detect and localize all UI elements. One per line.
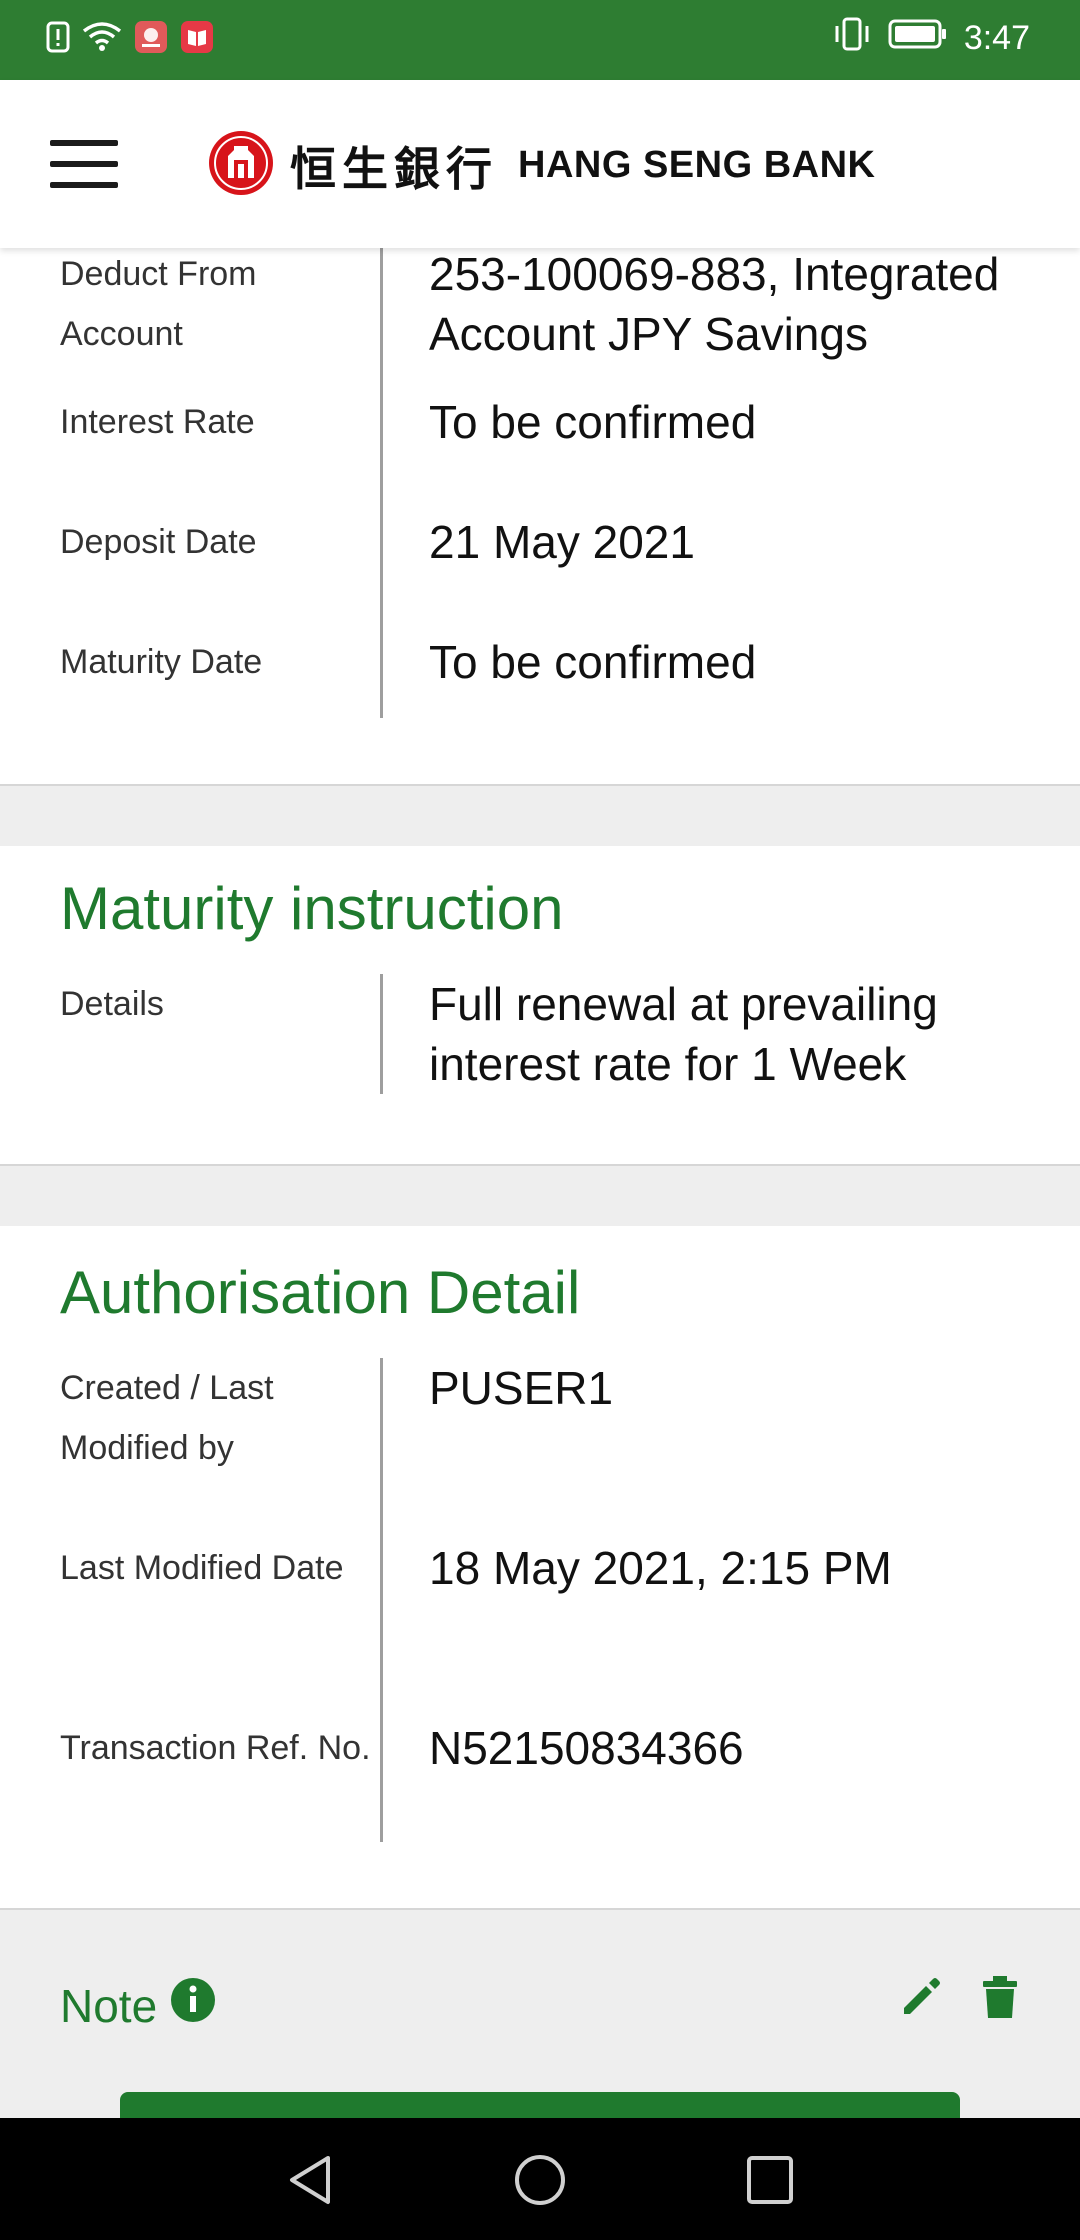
detail-row-transaction-ref: Transaction Ref. No. N52150834366 [0,1718,1080,1842]
row-label: Created / Last Modified by [60,1369,274,1467]
detail-row-deposit-date: Deposit Date 21 May 2021 [0,502,1080,622]
row-label: Transaction Ref. No. [60,1729,371,1767]
home-icon[interactable] [512,2152,568,2213]
note-label: Note [60,1979,158,2032]
wifi-icon [82,21,122,58]
section-separator [0,784,1080,846]
huawei-app-icon [134,20,168,59]
row-label: Details [60,985,164,1023]
hang-seng-logo-icon [208,130,274,201]
info-icon[interactable] [169,1976,217,2035]
row-value: To be confirmed [429,396,757,448]
note-bar: Note [0,1908,1080,2132]
row-label: Maturity Date [60,643,263,681]
row-label: Last Modified Date [60,1549,344,1587]
brand-name-chinese: 恒生銀行 [290,141,498,196]
status-time: 3:47 [963,19,1030,57]
brand-logo: 恒生銀行 HANG SENG BANK [208,130,875,201]
scroll-content[interactable]: Deduct From Account 253-100069-883, Inte… [0,248,1080,1906]
detail-row-last-modified-date: Last Modified Date 18 May 2021, 2:15 PM [0,1538,1080,1718]
row-value: 21 May 2021 [429,516,695,568]
note-actions [898,1974,1020,2025]
detail-row-maturity-date: Maturity Date To be confirmed [0,622,1080,718]
detail-row-created-by: Created / Last Modified by PUSER1 [0,1358,1080,1538]
authorisation-detail-section: Authorisation Detail Created / Last Modi… [0,1226,1080,1906]
maturity-instruction-title: Maturity instruction [60,875,564,942]
authorisation-detail-title: Authorisation Detail [60,1259,581,1326]
book-app-icon [180,20,214,59]
delete-icon[interactable] [980,1974,1020,2025]
row-value: 18 May 2021, 2:15 PM [429,1542,892,1594]
maturity-instruction-section: Maturity instruction Details Full renewa… [0,846,1080,1164]
back-icon[interactable] [284,2152,336,2213]
row-value: N52150834366 [429,1722,744,1774]
deposit-details-section: Deduct From Account 253-100069-883, Inte… [0,248,1080,784]
section-separator [0,1164,1080,1226]
row-value: PUSER1 [429,1362,614,1414]
row-value: To be confirmed [429,636,757,688]
row-value: Full renewal at prevailing interest rate… [429,978,938,1090]
detail-row-deduct-from: Deduct From Account 253-100069-883, Inte… [0,248,1080,382]
row-label: Interest Rate [60,403,255,441]
detail-row-interest-rate: Interest Rate To be confirmed [0,382,1080,502]
note-label-wrap: Note [60,1976,217,2035]
edit-icon[interactable] [898,1974,944,2025]
row-label: Deduct From Account [60,255,257,353]
menu-icon[interactable] [50,140,118,188]
app-bar: 恒生銀行 HANG SENG BANK [0,80,1080,248]
vibrate-icon [832,16,872,61]
status-bar: 3:47 [0,0,1080,80]
recents-icon[interactable] [744,2152,796,2213]
alert-icon [46,21,70,58]
row-value: 253-100069-883, Integrated Account JPY S… [429,248,1000,360]
battery-icon [888,18,948,59]
detail-row-maturity-details: Details Full renewal at prevailing inter… [0,974,1080,1094]
system-nav-bar [0,2118,1080,2240]
brand-name-english: HANG SENG BANK [518,144,876,186]
row-label: Deposit Date [60,523,257,561]
